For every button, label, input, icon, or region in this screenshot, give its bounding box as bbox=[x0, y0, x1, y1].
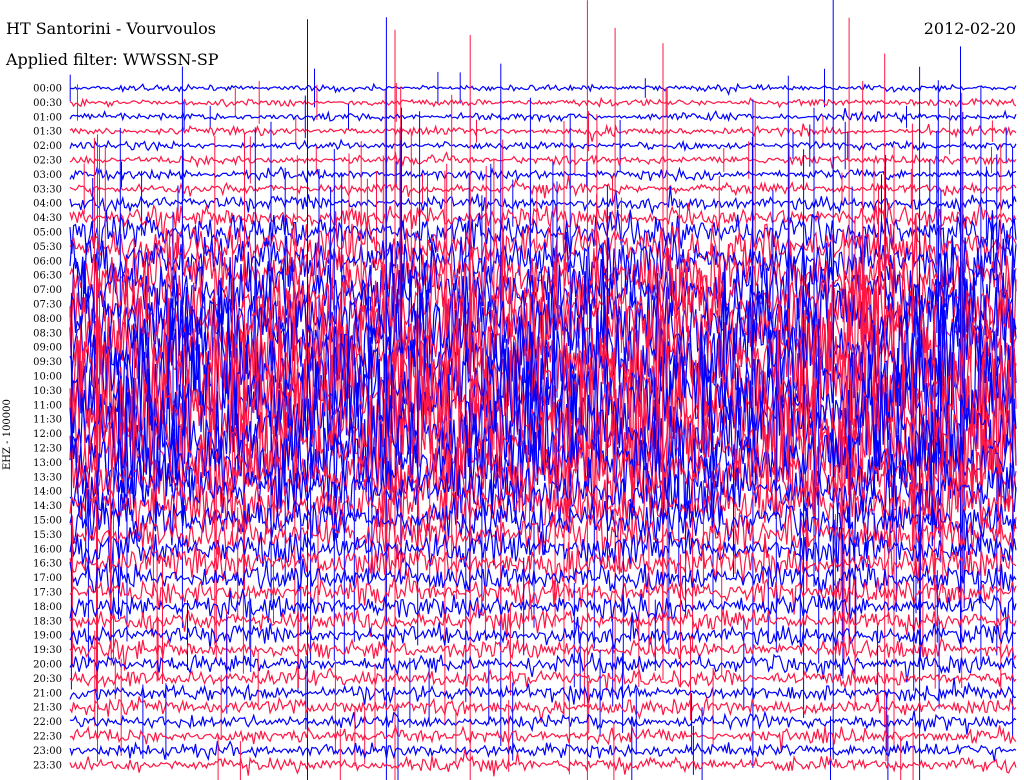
row-time-label: 08:00 bbox=[33, 314, 62, 325]
row-time-label: 06:30 bbox=[33, 271, 62, 282]
row-time-label: 21:00 bbox=[33, 688, 62, 699]
row-time-label: 07:00 bbox=[33, 285, 62, 296]
helicorder-plot: 00:00 00:30 01:00 01:30 02:00 02:30 03:00 03:30… bbox=[33, 0, 1017, 780]
row-time-label: 08:30 bbox=[33, 328, 62, 339]
row-time-label: 02:00 bbox=[33, 141, 62, 152]
row-time-label: 17:30 bbox=[33, 588, 62, 599]
row-time-label: 16:00 bbox=[33, 544, 62, 555]
trace-row bbox=[69, 123, 1017, 142]
row-time-label: 23:30 bbox=[33, 760, 62, 771]
row-time-label: 15:30 bbox=[33, 530, 62, 541]
row-time-label: 03:30 bbox=[33, 184, 62, 195]
row-time-label: 14:30 bbox=[33, 501, 62, 512]
row-time-label: 07:30 bbox=[33, 300, 62, 311]
row-time-label: 12:00 bbox=[33, 429, 62, 440]
row-time-label: 11:00 bbox=[33, 400, 62, 411]
row-time-label: 14:00 bbox=[33, 487, 62, 498]
row-time-label: 06:00 bbox=[33, 256, 62, 267]
trace-row bbox=[69, 138, 1017, 153]
row-time-label: 20:00 bbox=[33, 660, 62, 671]
row-time-label: 18:30 bbox=[33, 616, 62, 627]
trace-row bbox=[69, 108, 1017, 124]
row-time-label: 02:30 bbox=[33, 156, 62, 167]
trace-row bbox=[69, 96, 1017, 109]
row-time-label: 17:00 bbox=[33, 573, 62, 584]
trace-row bbox=[69, 677, 1017, 705]
row-time-label: 19:00 bbox=[33, 631, 62, 642]
row-time-label: 04:30 bbox=[33, 213, 62, 224]
row-time-label: 01:00 bbox=[33, 112, 62, 123]
row-time-label: 23:00 bbox=[33, 746, 62, 757]
row-time-label: 03:00 bbox=[33, 170, 62, 181]
row-time-label: 13:00 bbox=[33, 458, 62, 469]
row-time-label: 09:00 bbox=[33, 343, 62, 354]
trace-row bbox=[69, 82, 1017, 96]
row-time-label: 16:30 bbox=[33, 559, 62, 570]
row-time-label: 09:30 bbox=[33, 357, 62, 368]
row-time-label: 05:00 bbox=[33, 228, 62, 239]
trace-row bbox=[69, 749, 1017, 777]
row-time-label: 20:30 bbox=[33, 674, 62, 685]
row-time-label: 13:30 bbox=[33, 472, 62, 483]
row-time-label: 00:30 bbox=[33, 98, 62, 109]
row-time-label: 15:00 bbox=[33, 516, 62, 527]
row-time-label: 05:30 bbox=[33, 242, 62, 253]
row-time-label: 22:30 bbox=[33, 732, 62, 743]
row-time-label: 10:00 bbox=[33, 372, 62, 383]
row-time-label: 00:00 bbox=[33, 84, 62, 95]
row-time-label: 04:00 bbox=[33, 199, 62, 210]
row-time-label: 10:30 bbox=[33, 386, 62, 397]
row-time-label: 22:00 bbox=[33, 717, 62, 728]
trace-row bbox=[69, 665, 1017, 691]
trace-row bbox=[69, 740, 1017, 762]
row-time-label: 21:30 bbox=[33, 703, 62, 714]
row-time-label: 12:30 bbox=[33, 444, 62, 455]
row-time-label: 11:30 bbox=[33, 415, 62, 426]
row-time-label: 01:30 bbox=[33, 127, 62, 138]
row-time-label: 19:30 bbox=[33, 645, 62, 656]
row-time-label: 18:00 bbox=[33, 602, 62, 613]
